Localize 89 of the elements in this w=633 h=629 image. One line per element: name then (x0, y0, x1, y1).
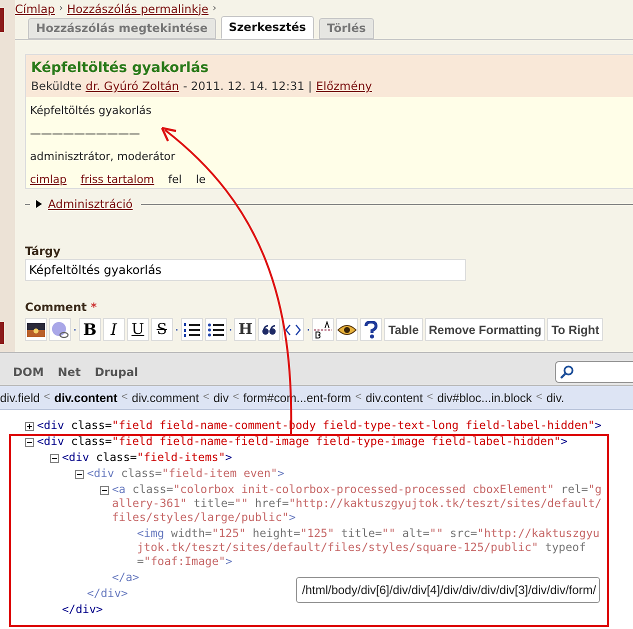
side-marker (0, 322, 4, 344)
breadcrumb-link[interactable]: Címlap (15, 2, 55, 16)
history-link[interactable]: Előzmény (316, 78, 372, 94)
path-separator: < (44, 390, 50, 406)
dom-node-text[interactable]: <img width="125" height="125" title="" alt="" src="http://kaktuszgyujtok.tk/teszt/sites/default/files/styles/square-125/public" typeof="foaf:Image"> (137, 527, 606, 569)
dom-closing-tag: </div> (62, 603, 103, 616)
comment-link-text: fel (168, 173, 182, 187)
collapsed-triangle-icon[interactable] (36, 200, 42, 208)
path-item[interactable]: div.content (54, 388, 118, 406)
byline-label: Beküldte (31, 78, 82, 94)
quote-icon (262, 324, 276, 334)
path-item[interactable]: div.content (366, 388, 423, 406)
path-item[interactable]: div.field (0, 388, 40, 406)
toolbar-button[interactable]: Table (384, 318, 423, 341)
toolbar-button[interactable]: Remove Formatting (424, 318, 546, 341)
toolbar-button[interactable] (25, 318, 47, 341)
dom-node-text[interactable]: <a class="colorbox init-colorbox-processed-processed cboxElement" rel="gallery-361" title="" href="http://kaktuszgyujtok.tk/teszt/sites/default/files/styles/large/public"> (112, 483, 606, 525)
search-icon (560, 365, 574, 379)
toolbar-button[interactable]: H (234, 318, 256, 341)
search-field[interactable] (555, 361, 633, 383)
required-mark: * (90, 300, 97, 314)
path-separator: < (355, 390, 362, 406)
dom-node-text[interactable]: <div class="field-item even"> (87, 467, 606, 481)
toolbar-separator: · (73, 322, 77, 336)
path-item[interactable]: div#bloc...in.block (437, 388, 532, 406)
fieldset-legend-link[interactable]: Adminisztráció (48, 197, 133, 211)
superscript-subscript-icon (314, 320, 332, 338)
dom-closing-tag: </div> (87, 587, 128, 600)
code-icon (285, 324, 302, 336)
comment-text: Képfeltöltés gyakorlás (30, 104, 153, 118)
numbered-list-icon (184, 322, 200, 338)
comment-link[interactable]: cimlap (30, 173, 67, 187)
field-label: Tárgy (25, 244, 61, 258)
field-label: Comment (25, 300, 87, 314)
tab[interactable]: Szerkesztés (220, 16, 314, 39)
toolbar-button[interactable] (204, 318, 227, 341)
collapse-icon[interactable] (100, 486, 109, 495)
toolbar-button[interactable] (312, 318, 334, 341)
comment-title: Képfeltöltés gyakorlás (31, 59, 210, 77)
toolbar-button[interactable] (360, 318, 382, 341)
path-item[interactable]: div (213, 388, 229, 406)
expand-icon[interactable] (25, 422, 34, 431)
toolbar-button[interactable]: U (126, 318, 149, 341)
path-tooltip: /html/body/div[6]/div/div[4]/div/div/div/div[3]/div/div/form/ (296, 577, 600, 603)
toolbar-button[interactable]: I (102, 318, 125, 341)
dom-node-text[interactable]: <div class="field-items"> (62, 451, 606, 465)
toolbar-separator: · (228, 322, 232, 336)
path-separator: < (121, 390, 128, 406)
subject-input[interactable]: Képfeltöltés gyakorlás (25, 259, 466, 281)
help-icon (364, 320, 378, 338)
path-separator: < (536, 390, 542, 406)
tab[interactable]: Hozzászólás megtekintése (28, 18, 216, 39)
path-item[interactable]: div.comment (132, 388, 199, 406)
comment-text: —————————— (30, 127, 141, 141)
path-separator: < (202, 390, 210, 406)
comment-text: adminisztrátor, moderátor (30, 150, 176, 164)
toolbar-separator: · (306, 322, 310, 336)
comment-link-text: le (196, 173, 206, 187)
breadcrumb-separator: › (58, 2, 63, 16)
toolbar-button[interactable]: B (78, 318, 101, 341)
bullet-list-icon (208, 322, 224, 338)
devtools-tab[interactable]: DOM (13, 364, 44, 382)
breadcrumb-link[interactable]: Hozzászólás permalinkje (66, 2, 208, 16)
comment-date: - 2011. 12. 14. 12:31 | (183, 78, 312, 94)
breadcrumb-separator: › (212, 2, 216, 16)
toolbar-button[interactable]: S (150, 318, 173, 341)
tab[interactable]: Törlés (318, 18, 374, 39)
toolbar-button[interactable] (336, 318, 358, 341)
collapse-icon[interactable] (50, 454, 59, 463)
globe-link-icon (51, 320, 69, 338)
collapse-icon[interactable] (25, 438, 34, 447)
picture-icon (27, 322, 45, 336)
toolbar-button[interactable] (258, 318, 280, 341)
devtools-tab[interactable]: Net (58, 364, 81, 382)
toolbar-button[interactable]: To Right (547, 318, 604, 341)
comment-link[interactable]: friss tartalom (80, 173, 154, 187)
path-item[interactable]: div. (546, 388, 564, 406)
side-marker (0, 8, 4, 32)
author-link[interactable]: dr. Gyúró Zoltán (86, 78, 180, 94)
toolbar-button[interactable] (282, 318, 304, 341)
devtools-tab[interactable]: Drupal (94, 364, 138, 382)
eye-icon (337, 324, 358, 336)
collapse-icon[interactable] (75, 470, 84, 479)
dom-node-text[interactable]: <div class="field field-name-field-image field-type-image field-label-hidden"> (37, 435, 606, 449)
path-separator: < (426, 390, 434, 406)
dom-closing-tag: </a> (112, 571, 140, 584)
toolbar-separator: · (174, 322, 179, 336)
toolbar-button[interactable] (180, 318, 203, 341)
path-separator: < (232, 390, 240, 406)
